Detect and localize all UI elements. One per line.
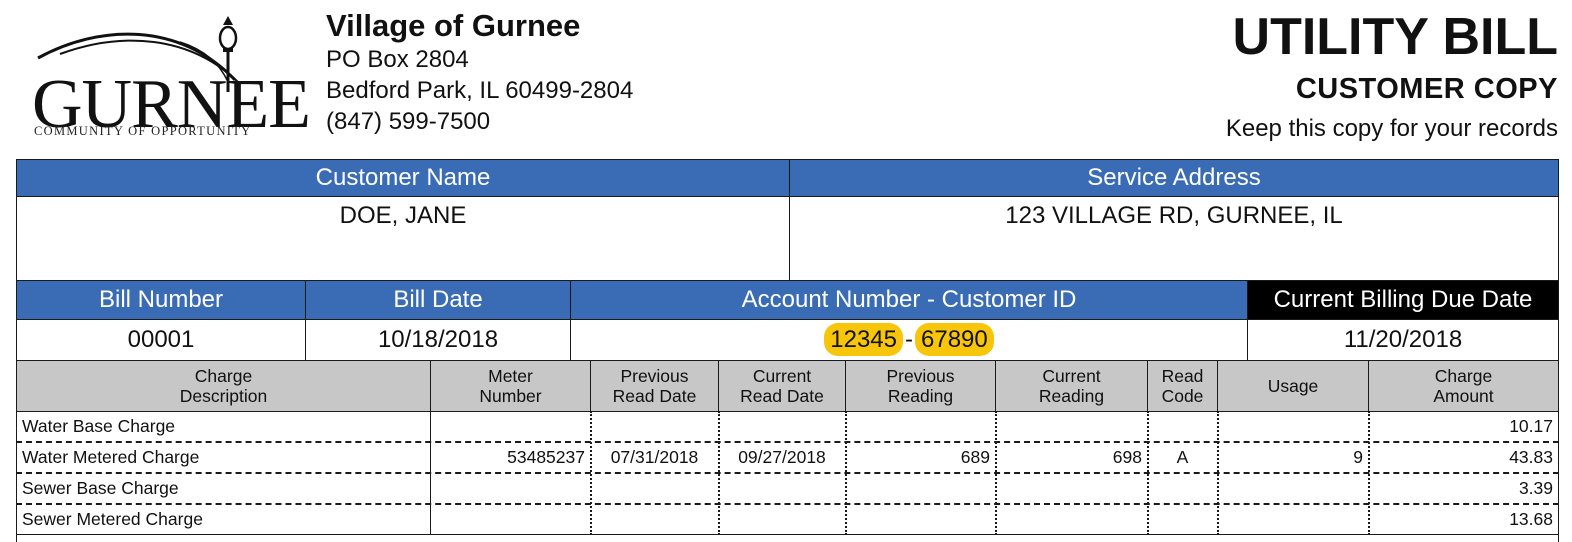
charges-cell-curr-reading xyxy=(995,473,1148,504)
charges-cell-description: Sewer Metered Charge xyxy=(22,509,203,529)
charges-cell-curr-date xyxy=(718,411,846,442)
charges-cell-prev-date xyxy=(590,504,719,535)
account-number-header: Account Number - Customer ID xyxy=(570,280,1248,320)
charges-header-line: Reading xyxy=(887,386,954,406)
charges-cell-read-code: A xyxy=(1176,447,1189,467)
charges-header-line: Number xyxy=(479,386,542,406)
account-number: 12345 xyxy=(824,323,903,356)
charges-header-line: Charge xyxy=(194,366,253,386)
charges-header-line: Reading xyxy=(1038,386,1105,406)
charges-cell-prev-reading: 689 xyxy=(960,447,990,467)
bill-number-header: Bill Number xyxy=(16,280,306,320)
charges-cell-description: Water Base Charge xyxy=(22,416,176,436)
charges-cell-curr-reading xyxy=(995,504,1148,535)
charges-cell-read-code xyxy=(1147,473,1218,504)
charges-header-line: Meter xyxy=(488,366,533,386)
charges-header-line: Read xyxy=(1161,366,1204,386)
bill-number-value: 00001 xyxy=(16,319,306,361)
charges-header-line: Read Date xyxy=(740,386,824,406)
charges-cell-amount: 10.17 xyxy=(1509,416,1553,436)
charges-header-curr-date: Current Read Date xyxy=(718,360,846,412)
charges-cell-read-code xyxy=(1147,411,1218,442)
due-date-header: Current Billing Due Date xyxy=(1247,280,1559,320)
charges-cell-usage xyxy=(1217,411,1369,442)
charges-cell-prev-date xyxy=(590,411,719,442)
charges-cell-curr-reading xyxy=(995,411,1148,442)
bill-title-block: UTILITY BILL CUSTOMER COPY Keep this cop… xyxy=(1226,8,1558,144)
bill-copy-type: CUSTOMER COPY xyxy=(1295,73,1558,105)
charges-cell-prev-date xyxy=(590,473,719,504)
account-separator: - xyxy=(905,326,913,353)
charges-header-line: Amount xyxy=(1433,386,1494,406)
charges-header-line: Current xyxy=(1042,366,1101,386)
charges-cell-usage: 9 xyxy=(1353,447,1363,467)
charges-cell-meter: 53485237 xyxy=(507,447,585,467)
charges-cell-amount: 13.68 xyxy=(1509,509,1553,529)
charges-cell-meter xyxy=(430,411,591,442)
charges-header-line: Read Date xyxy=(612,386,697,406)
charges-header-line: Code xyxy=(1161,386,1204,406)
charges-header-read-code: Read Code xyxy=(1147,360,1218,412)
customer-id: 67890 xyxy=(915,323,994,356)
org-phone: (847) 599-7500 xyxy=(326,108,491,135)
charges-header-usage: Usage xyxy=(1217,360,1369,412)
bill-date-value: 10/18/2018 xyxy=(305,319,571,361)
charges-cell-curr-date: 09/27/2018 xyxy=(738,447,826,467)
gurnee-logo: GURNEE COMMUNITY OF OPPORTUNITY xyxy=(30,12,311,142)
bill-title: UTILITY BILL xyxy=(1232,8,1558,66)
charges-header-meter: Meter Number xyxy=(430,360,591,412)
charges-cell-amount: 43.83 xyxy=(1509,447,1553,467)
charges-header-line: Previous xyxy=(620,366,689,386)
charges-header-amount: Charge Amount xyxy=(1368,360,1559,412)
charges-header-line: Current xyxy=(752,366,812,386)
bill-copy-note: Keep this copy for your records xyxy=(1225,115,1558,142)
account-number-value: 12345-67890 xyxy=(570,319,1248,361)
charges-cell-amount: 3.39 xyxy=(1518,478,1553,498)
charges-header-description: Charge Description xyxy=(16,360,431,412)
charges-cell-description: Sewer Base Charge xyxy=(22,478,179,498)
charges-header-prev-date: Previous Read Date xyxy=(590,360,719,412)
org-address-line-2: Bedford Park, IL 60499-2804 xyxy=(326,77,634,104)
charges-header-curr-reading: Current Reading xyxy=(995,360,1148,412)
charges-cell-curr-date xyxy=(718,473,846,504)
charges-cell-curr-reading: 698 xyxy=(1112,447,1142,467)
service-address-value: 123 VILLAGE RD, GURNEE, IL xyxy=(789,196,1559,281)
charges-cell-usage xyxy=(1217,504,1369,535)
charges-cell-prev-reading xyxy=(845,411,996,442)
customer-name-value: DOE, JANE xyxy=(16,196,790,281)
charges-cell-curr-date xyxy=(718,504,846,535)
charges-cell-usage xyxy=(1217,473,1369,504)
charges-header-line: Previous xyxy=(886,366,955,386)
charges-cell-meter xyxy=(430,473,591,504)
service-address-header: Service Address xyxy=(789,159,1559,197)
org-name: Village of Gurnee xyxy=(326,8,581,43)
org-address-line-1: PO Box 2804 xyxy=(326,46,469,73)
due-date-value: 11/20/2018 xyxy=(1247,319,1559,361)
bill-date-header: Bill Date xyxy=(305,280,571,320)
charges-cell-prev-reading xyxy=(845,504,996,535)
charges-header-line: Usage xyxy=(1267,376,1319,396)
charges-cell-prev-reading xyxy=(845,473,996,504)
customer-name-header: Customer Name xyxy=(16,159,790,197)
charges-header-prev-reading: Previous Reading xyxy=(845,360,996,412)
charges-cell-read-code xyxy=(1147,504,1218,535)
charges-cell-description: Water Metered Charge xyxy=(22,447,200,467)
charges-header-line: Charge xyxy=(1434,366,1493,386)
charges-header-line: Description xyxy=(179,386,268,406)
charges-cell-meter xyxy=(430,504,591,535)
organization-info: Village of Gurnee PO Box 2804 Bedford Pa… xyxy=(326,8,633,137)
logo-tagline: COMMUNITY OF OPPORTUNITY xyxy=(34,124,252,138)
charges-cell-prev-date: 07/31/2018 xyxy=(610,447,699,467)
